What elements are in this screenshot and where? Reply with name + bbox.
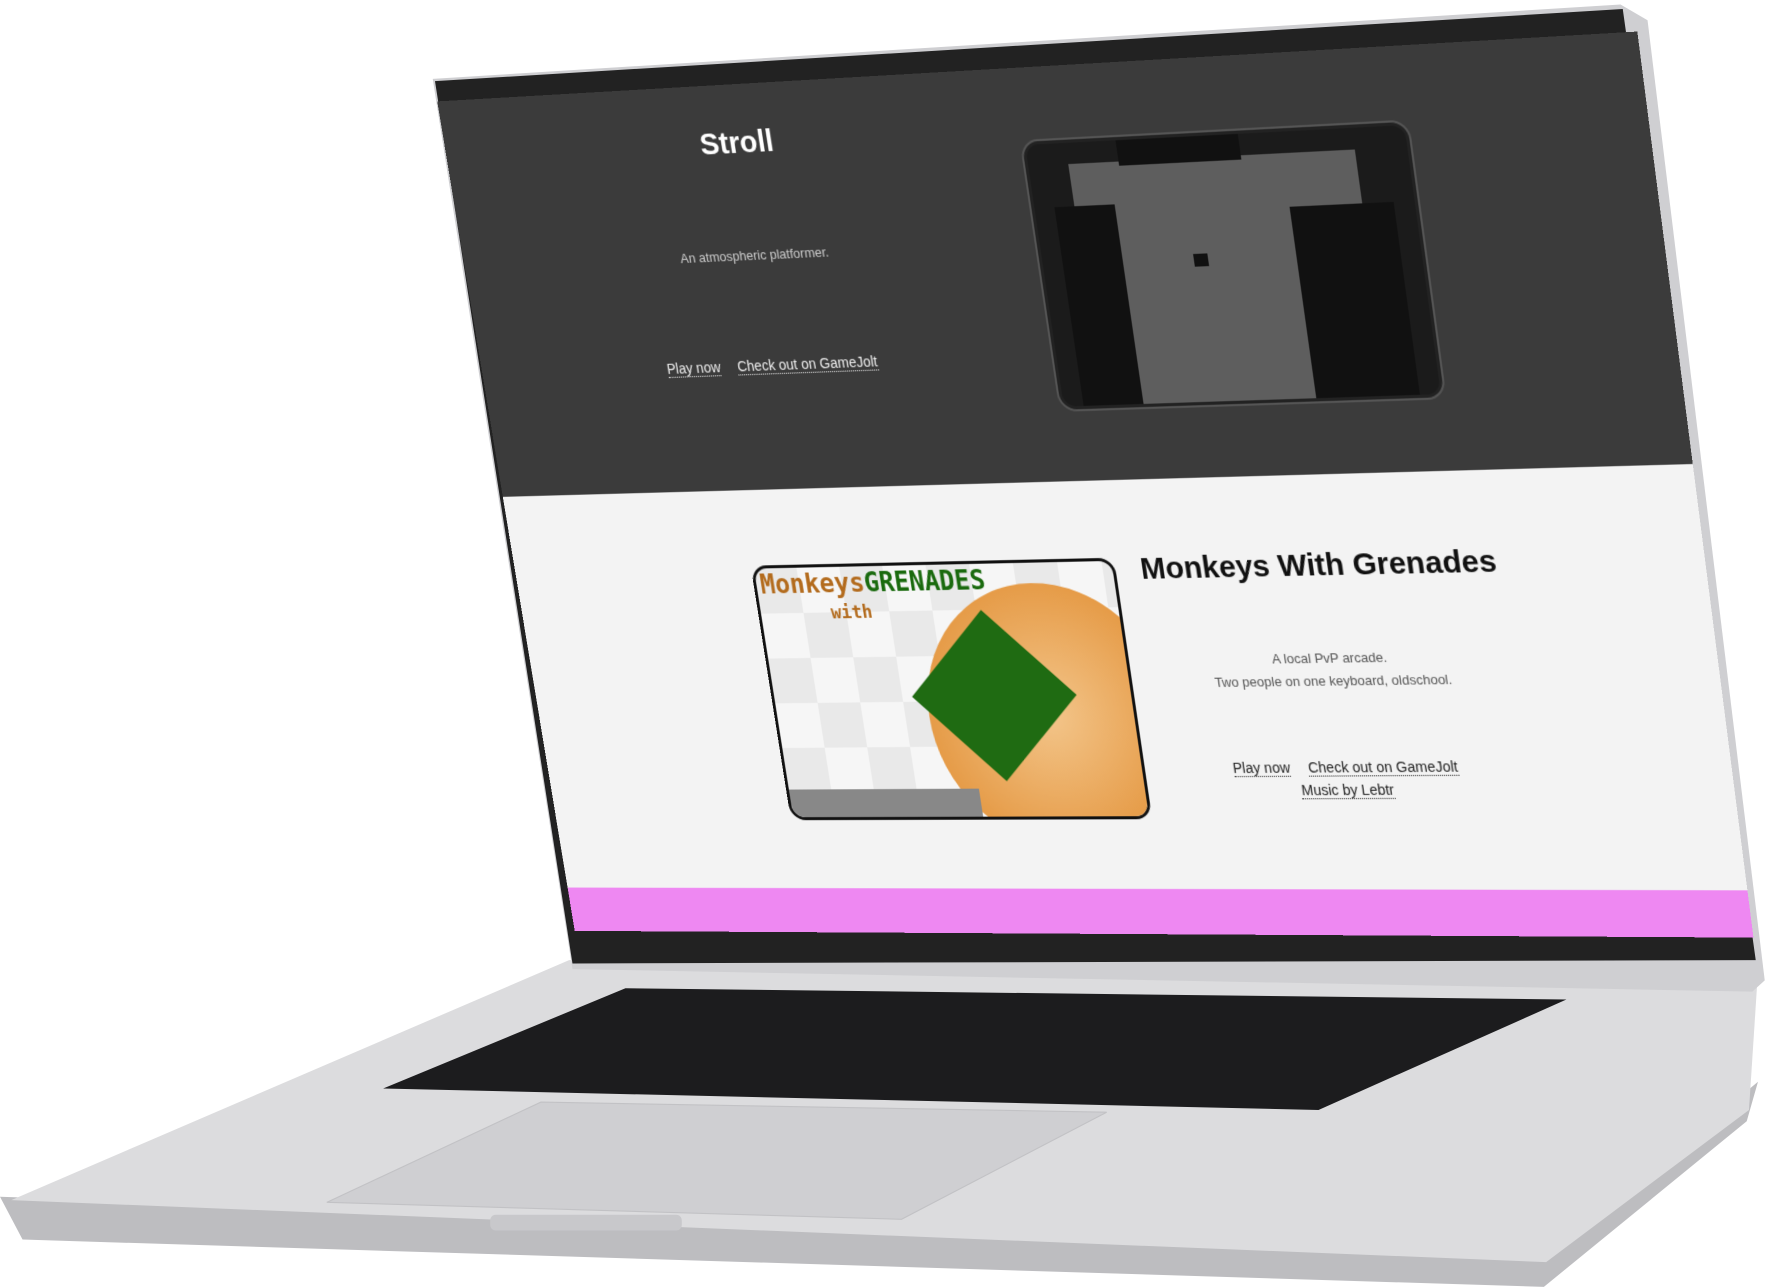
monkeys-screenshot: MonkeysGRENADES with [750, 557, 1153, 821]
monkeys-gamejolt-link[interactable]: Check out on GameJolt [1306, 758, 1460, 777]
stroll-play-now-link[interactable]: Play now [665, 358, 722, 379]
stroll-gamejolt-link[interactable]: Check out on GameJolt [736, 352, 879, 376]
stroll-screenshot [1021, 121, 1445, 410]
music-by-link[interactable]: Music by Lebtr [1300, 781, 1396, 800]
game-logo: MonkeysGRENADES with [758, 565, 988, 624]
description-line: Two people on one keyboard, oldschool. [1213, 671, 1453, 691]
monkeys-title: Monkeys With Grenades [1137, 544, 1499, 587]
monkeys-section: MonkeysGRENADES with Monkeys With Grenad… [502, 464, 1748, 891]
accent-band [567, 887, 1754, 938]
monkeys-links: Play now Check out on GameJolt Music by … [1152, 754, 1545, 802]
monkeys-play-now-link[interactable]: Play now [1231, 759, 1292, 778]
stroll-section: Stroll An atmospheric platformer. Play n… [437, 31, 1693, 497]
front-notch [490, 1214, 682, 1231]
monkeys-description: A local PvP arcade. Two people on one ke… [1136, 644, 1530, 695]
stroll-description: An atmospheric platformer. [679, 244, 830, 267]
stroll-title: Stroll [697, 123, 776, 162]
stroll-links: Play now Check out on GameJolt [610, 351, 936, 379]
website-screen: Stroll An atmospheric platformer. Play n… [437, 31, 1754, 938]
